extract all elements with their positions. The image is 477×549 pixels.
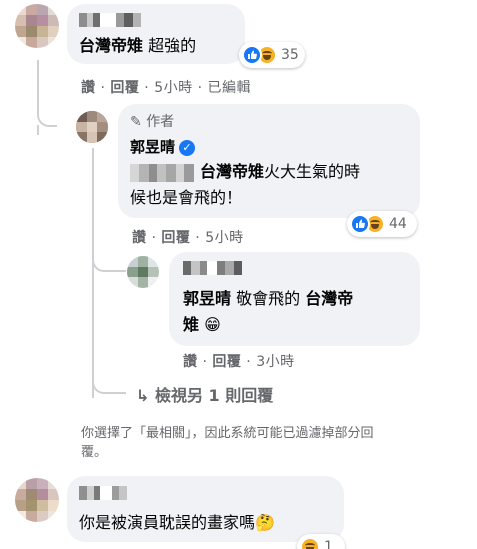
comment-bubble: 你是被演員耽誤的畫家嗎🤔 (67, 476, 344, 542)
reaction-summary[interactable]: 44 (347, 211, 417, 237)
edited-label: 已編輯 (207, 80, 251, 96)
author-name[interactable]: 郭昱晴 ✓ (130, 136, 196, 158)
comment-bubble: 台灣帝雉 超強的 (67, 4, 245, 64)
comment-text: 台灣帝雉 超強的 (79, 36, 197, 55)
thinking-emoji-icon: 🤔 (255, 513, 275, 532)
like-icon (350, 214, 370, 234)
nested-reply-line1: 郭昱晴 敬會飛的 台灣帝 (183, 289, 354, 308)
reply-arrow-icon: ↳ (136, 386, 150, 405)
mention-link[interactable]: 台灣帝 (305, 289, 353, 308)
replier-name-blurred[interactable] (183, 261, 242, 275)
thread-line-nested-branch (92, 250, 126, 272)
reaction-count: 35 (281, 47, 299, 63)
reply-link[interactable]: 回覆 (212, 354, 241, 370)
commenter-name-blurred[interactable] (79, 486, 127, 500)
like-link[interactable]: 讚 (183, 354, 198, 370)
commenter-name-blurred[interactable] (79, 13, 141, 27)
replier-avatar[interactable] (127, 256, 159, 288)
mention-link[interactable]: 郭昱晴 (183, 289, 231, 308)
author-avatar[interactable] (76, 111, 108, 143)
pencil-icon: ✎ (130, 114, 142, 130)
timestamp-link[interactable]: 5小時 (154, 80, 192, 96)
verified-badge-icon: ✓ (179, 139, 196, 156)
grin-emoji-icon: 😁 (204, 315, 221, 334)
author-label: ✎ 作者 (130, 114, 175, 130)
nested-reply-line2: 雉 😁 (183, 313, 221, 337)
reply-link[interactable]: 回覆 (161, 230, 190, 246)
thread-line-main-continue (37, 125, 39, 135)
thread-line-nested (92, 148, 94, 398)
author-reply-bubble: ✎ 作者 郭昱晴 ✓ 台灣帝雉火大生氣的時 候也是會飛的！ (118, 104, 420, 218)
thread-line-main (37, 60, 57, 127)
like-link[interactable]: 讚 (132, 230, 147, 246)
timestamp-link[interactable]: 3小時 (256, 354, 294, 370)
reaction-summary[interactable]: 1 (297, 534, 345, 549)
commenter-avatar[interactable] (15, 478, 59, 522)
mention-link[interactable]: 台灣帝雉 (200, 162, 264, 181)
nested-reply-bubble: 郭昱晴 敬會飛的 台灣帝 雉 😁 (169, 252, 420, 346)
nested-reply-actions: 讚 · 回覆 · 3小時 (183, 354, 295, 370)
mention-link[interactable]: 雉 (183, 315, 199, 334)
reply-actions: 讚 · 回覆 · 5小時 (132, 230, 244, 246)
reaction-summary[interactable]: 35 (239, 42, 305, 68)
commenter-avatar[interactable] (15, 4, 59, 48)
reaction-count: 44 (389, 216, 407, 232)
view-more-replies-button[interactable]: ↳ 檢視另 1 則回覆 (136, 382, 273, 406)
timestamp-link[interactable]: 5小時 (205, 230, 243, 246)
haha-icon (300, 537, 320, 549)
comment-actions: 讚 · 回覆 · 5小時 · 已編輯 (81, 80, 251, 96)
reply-link[interactable]: 回覆 (110, 80, 139, 96)
mention-link[interactable]: 台灣帝雉 (79, 36, 143, 55)
mentioned-user-blurred[interactable] (130, 164, 194, 182)
filter-notice: 你選擇了「最相關」，因此系統可能已過濾掉部分回 覆。 (81, 426, 374, 460)
comment-text: 你是被演員耽誤的畫家嗎🤔 (79, 513, 275, 532)
like-icon (242, 45, 262, 65)
reaction-count: 1 (324, 539, 333, 549)
reply-text-line2: 候也是會飛的！ (130, 188, 243, 207)
like-link[interactable]: 讚 (81, 80, 96, 96)
thread-line-view-more (92, 370, 126, 394)
reply-text-line1: 台灣帝雉火大生氣的時 (200, 162, 361, 181)
